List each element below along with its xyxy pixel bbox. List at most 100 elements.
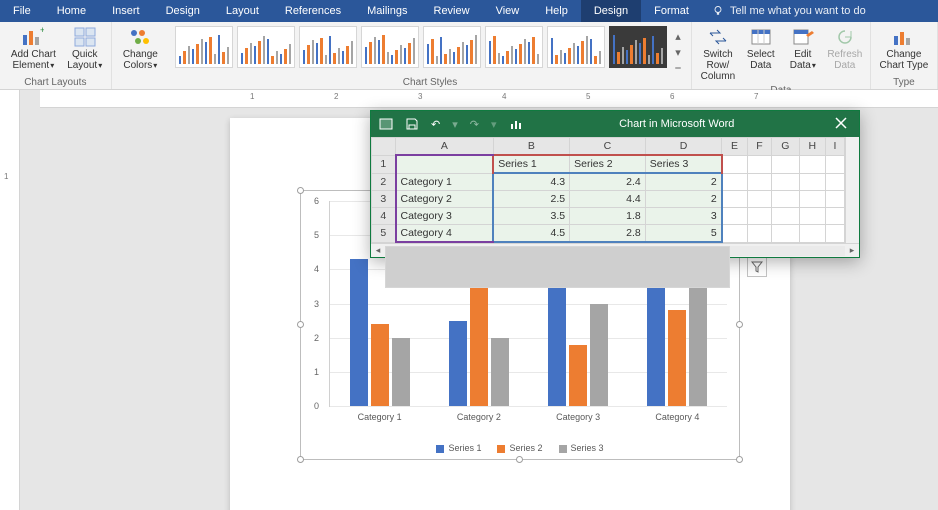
menu-tab-home[interactable]: Home: [44, 0, 99, 22]
excel-row-header[interactable]: 3: [372, 191, 396, 208]
horizontal-ruler: 1234567: [40, 90, 938, 108]
close-icon: [835, 117, 847, 129]
chart-style-thumb[interactable]: [547, 26, 605, 68]
excel-grid[interactable]: ABCDEFGHI1Series 1Series 2Series 32Categ…: [371, 137, 845, 243]
legend-item[interactable]: Series 1: [436, 443, 481, 453]
menu-tab-view[interactable]: View: [483, 0, 533, 22]
chart-bar[interactable]: [449, 321, 467, 406]
menu-tab-design[interactable]: Design: [581, 0, 641, 22]
gallery-down-icon[interactable]: ▾: [675, 46, 681, 59]
chart-bar[interactable]: [668, 310, 686, 406]
excel-row-header[interactable]: 5: [372, 225, 396, 243]
change-colors-button[interactable]: Change Colors▾: [118, 24, 163, 73]
chart-style-thumb[interactable]: [361, 26, 419, 68]
close-button[interactable]: [831, 112, 851, 136]
chart-bar[interactable]: [392, 338, 410, 406]
group-label: Type: [877, 76, 931, 88]
resize-handle[interactable]: [736, 456, 743, 463]
excel-col-header[interactable]: C: [570, 138, 646, 156]
chart-bar[interactable]: [569, 345, 587, 407]
resize-handle[interactable]: [297, 187, 304, 194]
scroll-right-icon[interactable]: ▸: [845, 245, 859, 256]
refresh-data-icon: [834, 27, 856, 47]
excel-col-header[interactable]: [372, 138, 396, 156]
add-chart-element-icon: +: [22, 27, 44, 47]
chart-bar[interactable]: [491, 338, 509, 406]
funnel-icon: [751, 261, 763, 273]
excel-row-header[interactable]: 4: [372, 208, 396, 225]
menu-bar: FileHomeInsertDesignLayoutReferencesMail…: [0, 0, 938, 22]
legend-item[interactable]: Series 2: [497, 443, 542, 453]
tell-me-search[interactable]: Tell me what you want to do: [702, 0, 876, 22]
excel-col-header[interactable]: G: [772, 138, 799, 156]
add-chart-element-button[interactable]: + Add Chart Element▾: [6, 24, 61, 73]
group-chart-styles: ▴ ▾ ⎯ Chart Styles: [169, 22, 692, 89]
menu-tab-review[interactable]: Review: [421, 0, 483, 22]
excel-col-header[interactable]: A: [396, 138, 494, 156]
resize-handle[interactable]: [297, 456, 304, 463]
group-label: Chart Styles: [175, 76, 685, 88]
chart-style-thumb[interactable]: [423, 26, 481, 68]
quick-layout-button[interactable]: Quick Layout▾: [65, 24, 105, 73]
excel-col-header[interactable]: E: [722, 138, 747, 156]
chart-style-thumb[interactable]: [299, 26, 357, 68]
menu-tab-help[interactable]: Help: [532, 0, 581, 22]
chart-style-thumb[interactable]: [609, 26, 667, 68]
menu-tab-layout[interactable]: Layout: [213, 0, 272, 22]
ribbon: + Add Chart Element▾ Quick Layout▾ Chart…: [0, 22, 938, 90]
gallery-up-icon[interactable]: ▴: [675, 30, 681, 43]
menu-tab-insert[interactable]: Insert: [99, 0, 153, 22]
excel-col-header[interactable]: H: [799, 138, 825, 156]
excel-vertical-scrollbar[interactable]: [845, 137, 859, 243]
chart-filter-button[interactable]: [747, 257, 767, 277]
menu-tab-design[interactable]: Design: [153, 0, 213, 22]
switch-row-col-button[interactable]: Switch Row/ Column: [698, 24, 738, 84]
select-data-button[interactable]: Select Data: [742, 24, 780, 73]
legend-item[interactable]: Series 3: [559, 443, 604, 453]
menu-tab-mailings[interactable]: Mailings: [354, 0, 420, 22]
chart-style-gallery[interactable]: [175, 24, 667, 68]
chart-bar[interactable]: [371, 324, 389, 406]
change-chart-type-button[interactable]: Change Chart Type: [877, 24, 931, 73]
chart-bar[interactable]: [548, 286, 566, 406]
chart-style-thumb[interactable]: [485, 26, 543, 68]
group-change-colors: Change Colors▾: [112, 22, 169, 89]
resize-handle[interactable]: [516, 456, 523, 463]
chart-legend[interactable]: Series 1 Series 2 Series 3: [301, 443, 739, 453]
refresh-data-button: Refresh Data: [826, 24, 864, 73]
gallery-more-icon[interactable]: ⎯: [675, 62, 681, 75]
menu-tab-references[interactable]: References: [272, 0, 354, 22]
excel-row-header[interactable]: 2: [372, 173, 396, 191]
excel-col-header[interactable]: I: [825, 138, 844, 156]
resize-handle[interactable]: [736, 321, 743, 328]
chart-bar[interactable]: [350, 259, 368, 406]
chart-style-thumb[interactable]: [237, 26, 295, 68]
category-axis-label: Category 4: [628, 412, 727, 422]
chart-bar[interactable]: [590, 304, 608, 407]
excel-row-header[interactable]: 1: [372, 155, 396, 173]
excel-col-header[interactable]: B: [493, 138, 569, 156]
quick-layout-icon: [74, 27, 96, 47]
category-axis-label: Category 1: [330, 412, 429, 422]
group-label: Chart Layouts: [6, 76, 105, 88]
menu-tab-format[interactable]: Format: [641, 0, 702, 22]
excel-col-header[interactable]: D: [645, 138, 721, 156]
excel-col-header[interactable]: F: [747, 138, 772, 156]
category-axis-label: Category 3: [529, 412, 628, 422]
redo-icon[interactable]: ↷: [470, 118, 479, 131]
group-data: Switch Row/ Column Select Data Edit Data…: [692, 22, 871, 89]
menu-tab-file[interactable]: File: [0, 0, 44, 22]
chart-icon[interactable]: [509, 117, 523, 131]
change-colors-icon: [129, 27, 151, 47]
excel-titlebar[interactable]: ↶ ▾ ↷ ▾ Chart in Microsoft Word: [371, 111, 859, 137]
save-icon[interactable]: [405, 117, 419, 131]
scroll-left-icon[interactable]: ◂: [371, 245, 385, 256]
chart-style-thumb[interactable]: [175, 26, 233, 68]
edit-data-icon: [792, 27, 814, 47]
edit-data-button[interactable]: Edit Data▾: [784, 24, 822, 73]
resize-handle[interactable]: [297, 321, 304, 328]
gallery-scroll[interactable]: ▴ ▾ ⎯: [671, 24, 685, 75]
excel-data-window[interactable]: ↶ ▾ ↷ ▾ Chart in Microsoft Word ABCDEFGH…: [370, 110, 860, 258]
excel-horizontal-scrollbar[interactable]: ◂ ▸: [371, 243, 859, 257]
undo-icon[interactable]: ↶: [431, 118, 440, 131]
